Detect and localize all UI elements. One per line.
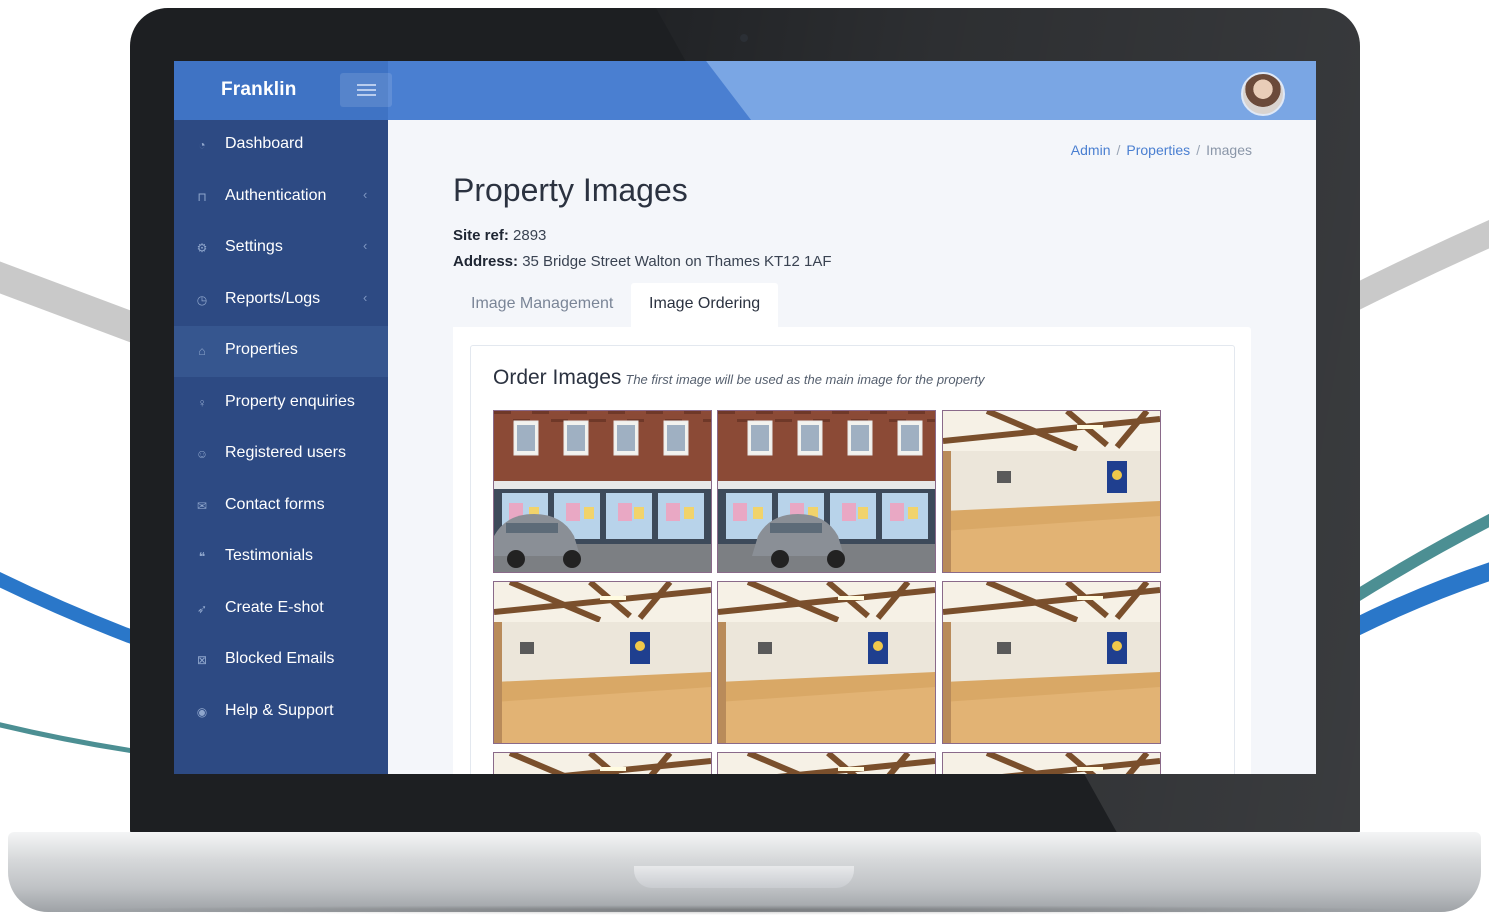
help-icon: ◉ [196,704,208,719]
breadcrumb-admin[interactable]: Admin [1071,142,1111,158]
photo-hall-icon[interactable] [493,581,712,744]
site-ref-value: 2893 [513,227,547,244]
rocket-icon: ➶ [196,601,208,616]
sidebar-item-label: Create E-shot [225,598,324,616]
lightbulb-icon: ♀ [197,395,207,410]
main-content: Admin / Properties / Images Property Images … [388,120,1316,774]
sidebar-item-authentication[interactable]: ⊓ Authentication ‹ [174,172,388,223]
quote-icon: ❝ [198,550,206,564]
sidebar-item-label: Reports/Logs [225,289,321,307]
chevron-left-icon: ‹ [363,289,368,305]
dashboard-icon: ◔ [198,138,206,152]
sidebar-item-label: Registered users [225,444,346,461]
lock-icon: ⊓ [197,189,207,204]
sidebar-item-properties[interactable]: ⌂ Properties [174,326,388,377]
laptop-notch [634,866,854,888]
sidebar-item-reports-logs[interactable]: ◷ Reports/Logs ‹ [174,275,388,326]
sidebar-item-blocked-emails[interactable]: ⊠ Blocked Emails [174,635,388,686]
sidebar-item-label: Blocked Emails [225,650,335,667]
site-ref: Site ref: 2893 [453,227,546,244]
top-bar: Franklin [174,61,1316,120]
sidebar-item-label: Help & Support [225,701,334,719]
brand-name[interactable]: Franklin [221,79,297,101]
app-screen: Franklin ◔ Dashboard ⊓ Authentication ‹ ⚙ Sett… [174,61,1316,774]
clock-icon: ◷ [196,292,208,307]
brand-area: Franklin [174,61,392,120]
smiley-icon: ☺ [195,447,209,461]
sidebar-item-registered-users[interactable]: ☺ Registered users [174,429,388,480]
sidebar-item-label: Testimonials [225,547,314,564]
sidebar-item-label: Properties [225,341,298,358]
sidebar-item-testimonials[interactable]: ❝ Testimonials [174,532,388,583]
photo-hall-icon[interactable] [717,581,936,744]
user-avatar[interactable] [1241,72,1285,116]
chevron-left-icon: ‹ [363,238,368,253]
sidebar-item-dashboard[interactable]: ◔ Dashboard [174,120,388,171]
sidebar-item-label: Settings [225,238,283,255]
envelope-icon: ✉ [196,498,208,513]
photo-storefront-icon[interactable] [717,410,936,573]
sidebar: ◔ Dashboard ⊓ Authentication ‹ ⚙ Settings ‹ ◷ Rep… [174,120,388,774]
order-images-heading: Order Images The first image will be used… [493,366,985,390]
sidebar-item-label: Authentication [225,186,327,204]
tab-image-management[interactable]: Image Management [453,283,631,327]
address: Address: 35 Bridge Street Walton on Tham… [453,253,832,270]
sidebar-item-label: Property enquiries [225,392,355,410]
photo-hall-icon[interactable] [942,581,1161,744]
photo-storefront-icon[interactable] [493,410,712,573]
breadcrumb: Admin / Properties / Images [1070,142,1252,158]
mail-block-icon: ⊠ [196,653,208,667]
sidebar-item-create-e-shot[interactable]: ➶ Create E-shot [174,584,388,635]
site-ref-label: Site ref: [453,227,509,244]
address-value: 35 Bridge Street Walton on Thames KT12 1… [522,253,832,270]
sidebar-item-label: Contact forms [225,495,325,513]
sidebar-item-settings[interactable]: ⚙ Settings ‹ [174,223,388,274]
order-images-hint: The first image will be used as the main… [625,372,985,387]
address-label: Address: [453,253,519,270]
sidebar-item-label: Dashboard [225,135,304,152]
photo-hall-icon[interactable] [942,410,1161,573]
photo-hall-icon[interactable] [493,752,712,774]
sidebar-item-help-support[interactable]: ◉ Help & Support [174,687,388,738]
home-icon: ⌂ [198,344,206,358]
sidebar-item-property-enquiries[interactable]: ♀ Property enquiries [174,378,388,429]
chevron-left-icon: ‹ [363,186,368,202]
camera-icon [740,34,748,42]
breadcrumb-current: Images [1206,142,1252,158]
order-images-title: Order Images [493,366,622,389]
photo-hall-icon[interactable] [717,752,936,774]
photo-hall-icon[interactable] [942,752,1161,774]
order-images-panel: Order Images The first image will be used… [470,345,1235,774]
page-title: Property Images [453,172,688,208]
sidebar-item-contact-forms[interactable]: ✉ Contact forms [174,481,388,532]
ordering-card: Order Images The first image will be used… [453,327,1251,774]
hamburger-menu-button[interactable] [340,73,392,107]
breadcrumb-properties[interactable]: Properties [1126,142,1190,158]
tab-image-ordering[interactable]: Image Ordering [631,283,779,327]
gear-icon: ⚙ [196,241,208,255]
